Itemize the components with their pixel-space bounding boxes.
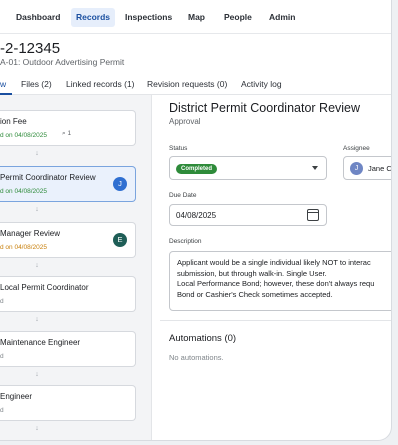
assignee-label: Assignee — [343, 145, 370, 152]
workflow-steps-panel: ion Fee d on 04/08/2025 ⌕ 1 ↓ Permit Coo… — [0, 95, 152, 440]
workflow-step[interactable]: Manager Review d on 04/08/2025 E — [0, 222, 136, 258]
due-date-label: Due Date — [169, 192, 197, 199]
arrow-down-icon: ↓ — [35, 150, 39, 157]
chevron-down-icon — [312, 166, 318, 170]
status-label: Status — [169, 145, 188, 152]
status-select[interactable]: Completed — [169, 156, 327, 180]
step-status-text: d on 04/08/2025 — [0, 188, 47, 195]
avatar: E — [113, 233, 127, 247]
status-badge: Completed — [176, 164, 218, 174]
app-window: Dashboard Records Inspections Map People… — [0, 0, 392, 441]
assignee-name: Jane Co — [368, 164, 392, 173]
nav-admin[interactable]: Admin — [264, 8, 300, 27]
workflow-step-active[interactable]: Permit Coordinator Review d on 04/08/202… — [0, 166, 136, 202]
nav-map[interactable]: Map — [183, 8, 210, 27]
arrow-down-icon: ↓ — [35, 206, 39, 213]
step-title: Manager Review — [0, 229, 61, 238]
record-tabs: w Files (2) Linked records (1) Revision … — [0, 73, 391, 95]
avatar: J — [113, 177, 127, 191]
step-status-text: d on 04/08/2025 — [0, 132, 47, 139]
arrow-down-icon: ↓ — [35, 262, 39, 269]
description-field[interactable]: Applicant would be a single individual l… — [169, 251, 391, 311]
attachment-count: ⌕ 1 — [62, 130, 72, 137]
step-detail-title: District Permit Coordinator Review — [169, 101, 361, 115]
automations-heading: Automations (0) — [169, 333, 237, 344]
assignee-field[interactable]: J Jane Co — [343, 156, 392, 180]
tab-workflow[interactable]: w — [0, 79, 6, 89]
avatar: J — [350, 162, 363, 175]
tab-linked-records[interactable]: Linked records (1) — [66, 79, 135, 89]
step-detail-type: Approval — [169, 117, 201, 126]
automations-empty-text: No automations. — [169, 353, 224, 362]
arrow-down-icon: ↓ — [35, 425, 39, 432]
step-title: Engineer — [0, 392, 33, 401]
step-status-text: d — [0, 407, 4, 414]
workflow-step[interactable]: Engineer d — [0, 385, 136, 421]
arrow-down-icon: ↓ — [35, 316, 39, 323]
nav-dashboard[interactable]: Dashboard — [11, 8, 65, 27]
step-title: ion Fee — [0, 117, 27, 126]
top-nav: Dashboard Records Inspections Map People… — [0, 0, 391, 34]
arrow-down-icon: ↓ — [35, 371, 39, 378]
step-title: Permit Coordinator Review — [0, 173, 96, 182]
workflow-step[interactable]: Local Permit Coordinator d — [0, 276, 136, 312]
workflow-step[interactable]: Maintenance Engineer d — [0, 331, 136, 367]
step-title: Local Permit Coordinator — [0, 283, 89, 292]
step-title: Maintenance Engineer — [0, 338, 81, 347]
nav-records[interactable]: Records — [71, 8, 116, 27]
step-status-text: d — [0, 298, 4, 305]
description-text: Applicant would be a single individual l… — [177, 258, 375, 299]
step-status-text: d on 04/08/2025 — [0, 244, 47, 251]
nav-people[interactable]: People — [219, 8, 257, 27]
due-date-value: 04/08/2025 — [176, 211, 217, 220]
paperclip-icon: ⌕ — [62, 130, 66, 137]
calendar-icon[interactable] — [307, 209, 319, 221]
record-id: -2-12345 — [0, 40, 61, 57]
tab-activity-log[interactable]: Activity log — [241, 79, 282, 89]
tab-revision-requests[interactable]: Revision requests (0) — [147, 79, 227, 89]
workflow-step[interactable]: ion Fee d on 04/08/2025 ⌕ 1 — [0, 110, 136, 146]
due-date-input[interactable]: 04/08/2025 — [169, 204, 327, 226]
tab-files[interactable]: Files (2) — [21, 79, 52, 89]
nav-inspections[interactable]: Inspections — [120, 8, 177, 27]
section-divider — [160, 320, 391, 321]
step-status-text: d — [0, 353, 4, 360]
description-label: Description — [169, 238, 202, 245]
record-subtitle: A-01: Outdoor Advertising Permit — [0, 57, 125, 67]
